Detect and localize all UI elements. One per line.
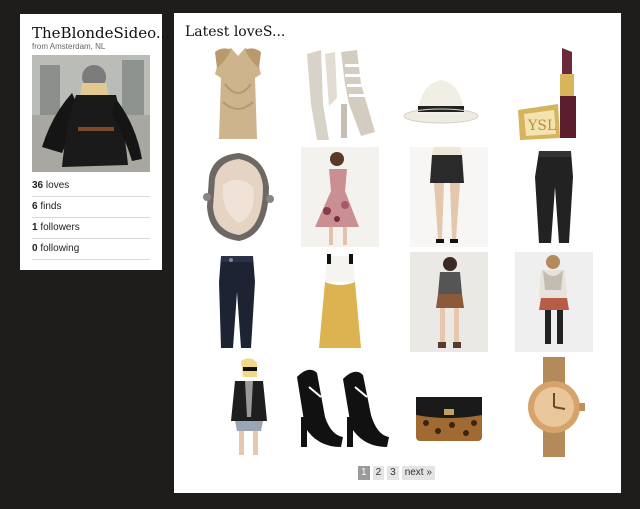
item-gold-watch[interactable] (515, 357, 593, 457)
avatar[interactable] (32, 55, 150, 172)
next-page-link[interactable]: next » (401, 466, 435, 480)
item-strappy-heels[interactable] (301, 44, 379, 144)
shorts-outfit-icon (410, 252, 488, 352)
item-lipstick[interactable]: YSL (510, 44, 588, 144)
floral-dress-icon (301, 147, 379, 247)
item-platform-heels[interactable] (291, 357, 389, 457)
stat-following[interactable]: 0 following (32, 239, 150, 260)
item-yellow-dress[interactable] (301, 252, 379, 352)
pagination: 1 2 3 next » (358, 466, 435, 480)
item-black-trousers[interactable] (515, 147, 593, 247)
lipstick-icon: YSL (518, 48, 576, 140)
scarf-outfit-icon (515, 252, 593, 352)
item-scarf-outfit[interactable] (515, 252, 593, 352)
stat-loves[interactable]: 36 loves (32, 176, 150, 197)
leopard-clutch-icon (416, 397, 482, 441)
item-shorts-outfit[interactable] (410, 252, 488, 352)
profile-card: TheBlondeSideo... from Amsterdam, NL 36 … (20, 14, 170, 270)
item-leather-skirt[interactable] (410, 147, 488, 247)
platform-heels-icon (297, 369, 389, 447)
gold-watch-icon (528, 357, 585, 457)
blazer-outfit-icon (231, 358, 267, 455)
item-draped-top[interactable] (199, 44, 277, 144)
yellow-dress-icon (319, 254, 361, 348)
stat-followers[interactable]: 1 followers (32, 218, 150, 239)
item-fedora-hat[interactable] (402, 44, 480, 144)
section-title: Latest loveS... (185, 24, 286, 40)
quartz-ring-icon (203, 153, 274, 241)
page-1-link[interactable]: 1 (358, 466, 370, 480)
page-2-link[interactable]: 2 (372, 466, 385, 480)
leather-skirt-icon (410, 147, 488, 247)
draped-top-icon (215, 48, 261, 139)
item-blazer-outfit[interactable] (217, 357, 295, 457)
black-trousers-icon (535, 151, 573, 243)
item-quartz-ring[interactable] (199, 147, 277, 247)
item-leopard-clutch[interactable] (410, 357, 488, 457)
item-floral-dress[interactable] (301, 147, 379, 247)
strappy-heels-icon (307, 50, 375, 140)
item-navy-trousers[interactable] (199, 252, 277, 352)
fedora-hat-icon (403, 80, 479, 124)
profile-location: from Amsterdam, NL (32, 42, 106, 51)
profile-name[interactable]: TheBlondeSideo... (32, 24, 170, 42)
stat-finds[interactable]: 6 finds (32, 197, 150, 218)
navy-trousers-icon (219, 256, 255, 348)
page-3-link[interactable]: 3 (387, 466, 399, 480)
latest-loves-panel: Latest loveS... YSL 1 2 3 next » (174, 13, 621, 493)
svg-text:YSL: YSL (527, 118, 556, 134)
